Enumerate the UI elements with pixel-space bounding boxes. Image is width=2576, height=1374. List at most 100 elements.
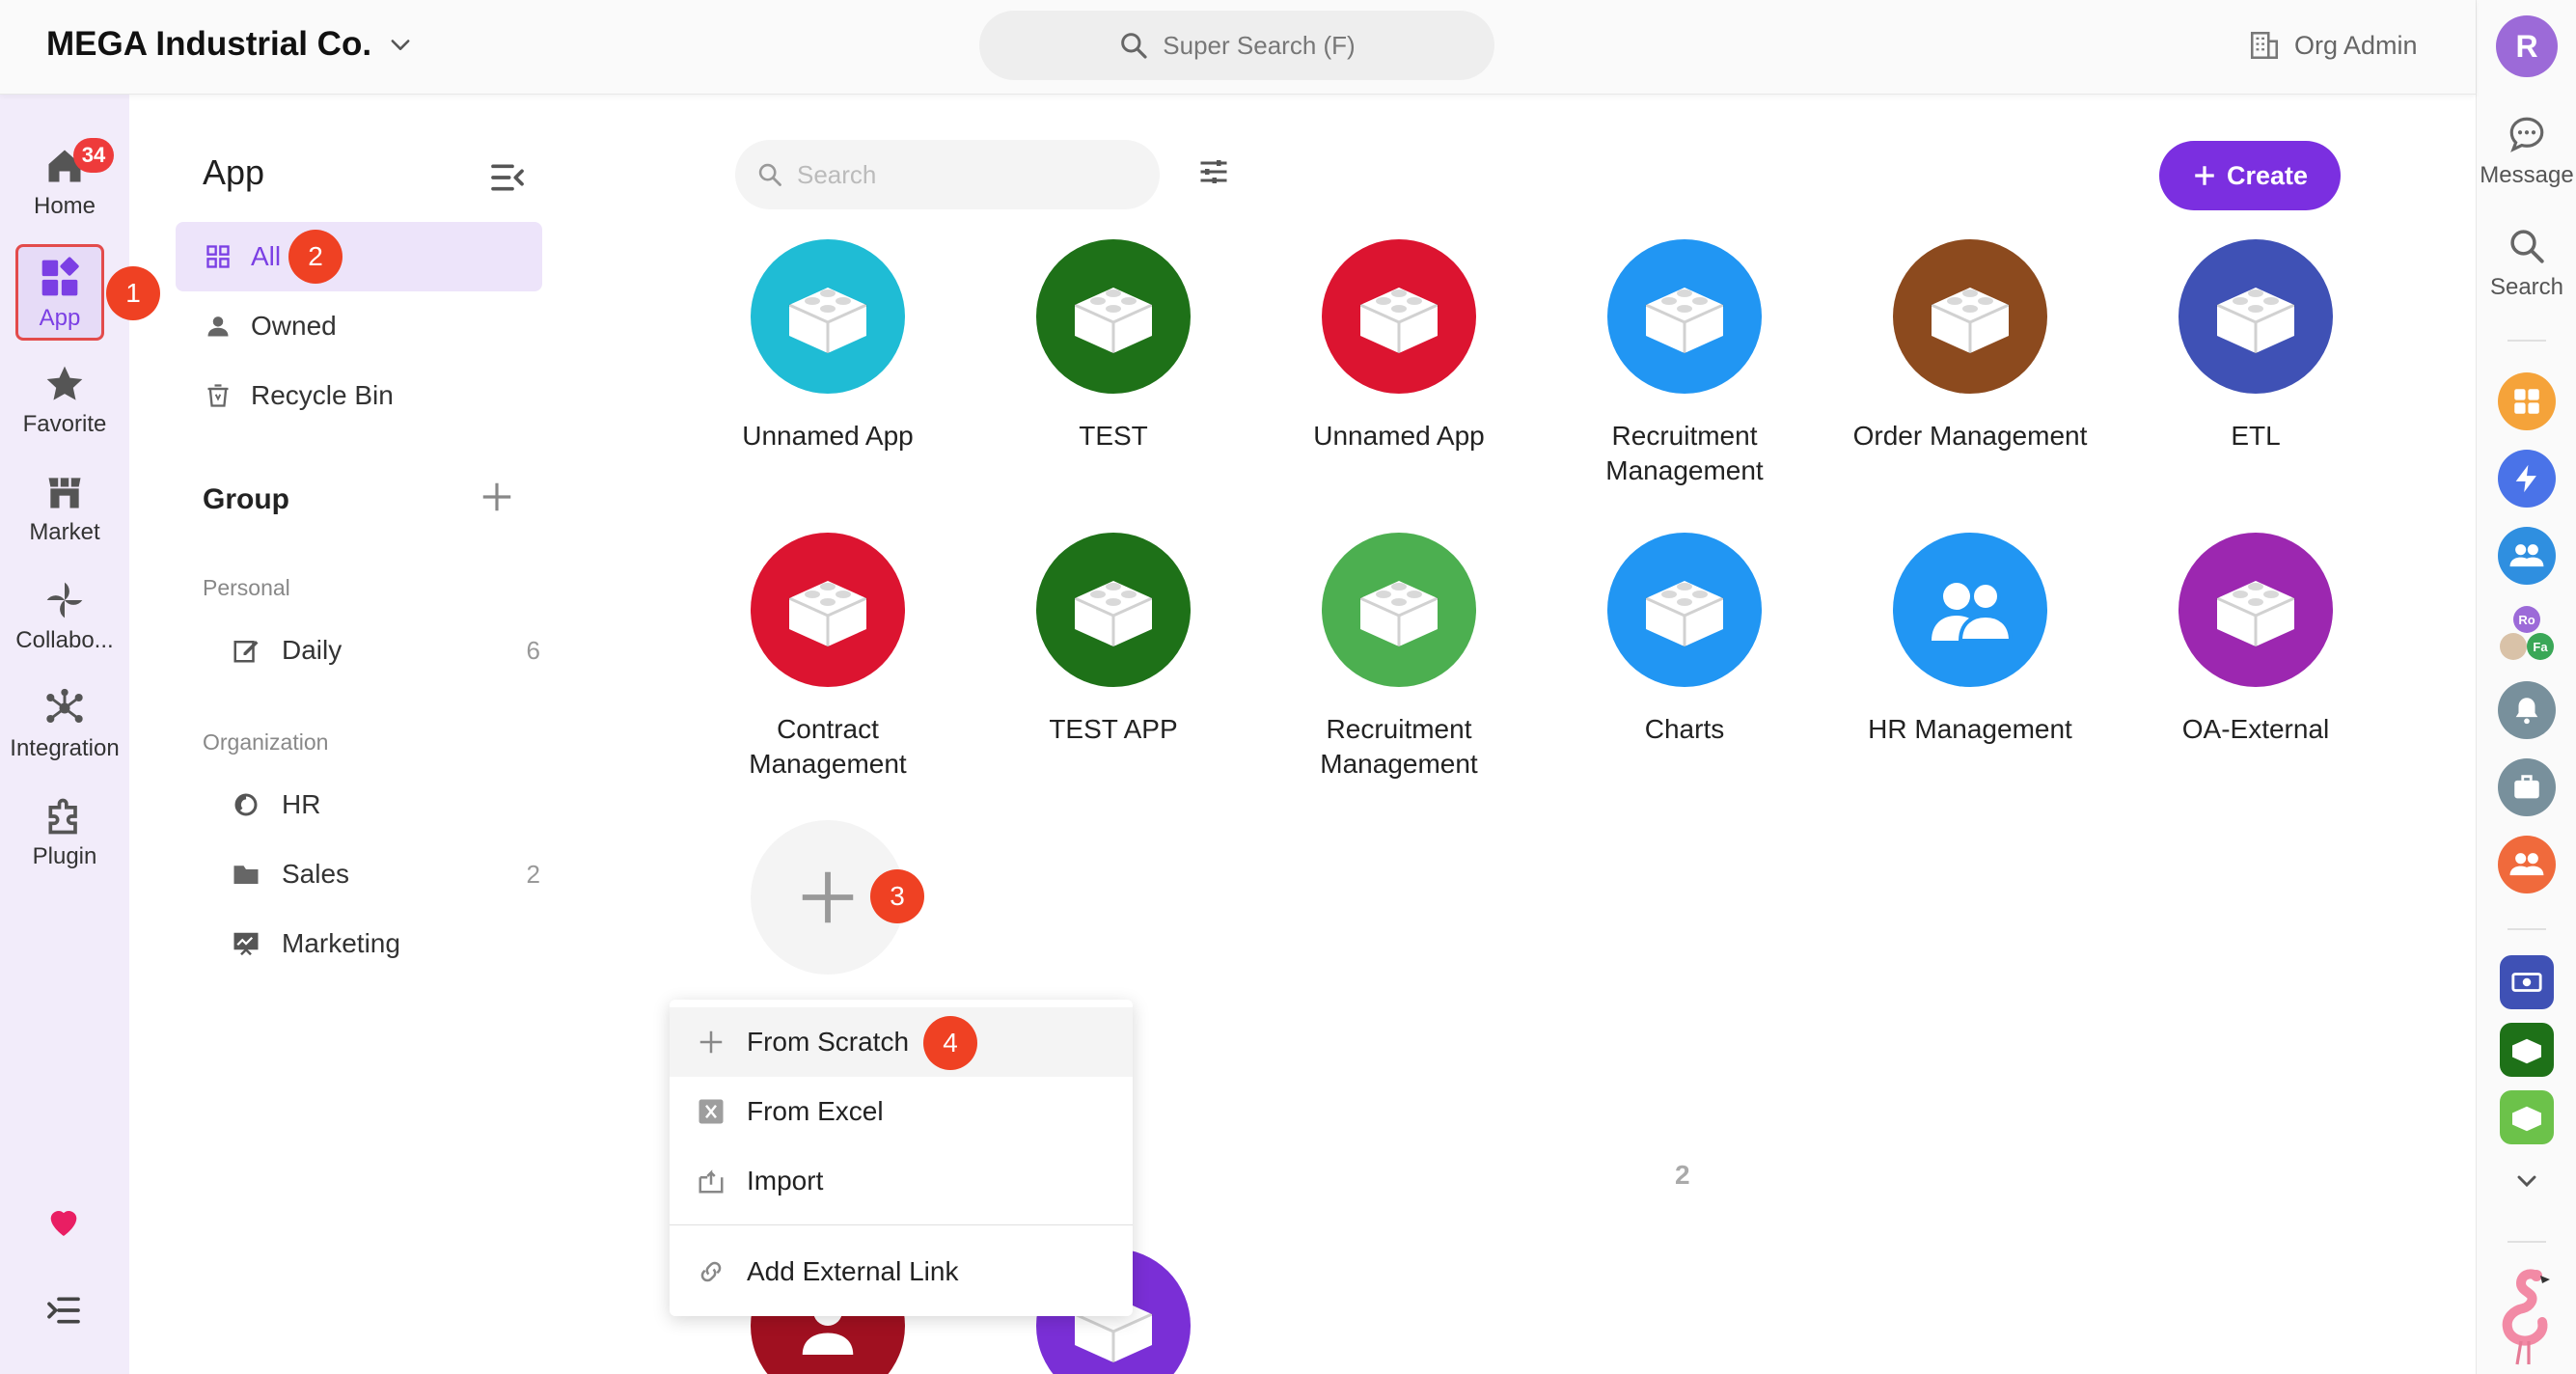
search-icon [758,163,781,186]
panel-item-owned-label: Owned [251,311,337,341]
nav-integration-label: Integration [10,735,120,761]
search-icon [2510,230,2544,263]
super-search-bar[interactable]: Super Search (F) [979,11,1494,80]
link-icon [700,1261,722,1282]
rail-shortcut-group[interactable] [2498,836,2556,893]
add-group-button[interactable] [479,479,515,520]
rail-shortcut-contacts[interactable]: Ro Fa [2498,606,2556,664]
step-badge-4: 4 [923,1016,977,1070]
group-item-sales-count: 2 [526,859,540,889]
rail-shortcut-work[interactable] [2498,758,2556,816]
app-tile[interactable]: Charts [1564,533,1805,747]
star-icon [46,366,83,400]
app-icon [41,257,79,296]
lego-brick-icon [2512,1038,2541,1064]
org-switcher[interactable]: MEGA Industrial Co. [46,25,414,64]
group-item-sales[interactable]: Sales 2 [232,845,540,903]
app-tile[interactable]: Recruitment Management [1278,533,1520,782]
app-icon-circle [1893,239,2047,394]
heart-icon [50,1211,77,1236]
flamingo-mascot[interactable] [2498,1264,2560,1371]
panel-item-recycle-bin[interactable]: Recycle Bin [176,361,542,430]
avatar[interactable]: R [2496,15,2558,77]
panel-item-owned[interactable]: Owned [176,291,542,361]
chat-bubble-icon [2509,117,2544,152]
app-name: Unnamed App [742,421,914,451]
app-tile[interactable]: Recruitment Management [1564,239,1805,488]
nav-favorite-label: Favorite [22,411,107,437]
app-name: Recruitment Management [1605,421,1764,485]
create-button[interactable]: Create [2159,141,2341,210]
nav-plugin-label: Plugin [32,843,97,869]
nav-heart-button[interactable] [44,1202,83,1246]
app-tile[interactable]: TEST [993,239,1234,453]
menu-item-from-scratch[interactable]: From Scratch [670,1007,1133,1077]
group-item-daily[interactable]: Daily 6 [232,621,540,679]
group-item-hr[interactable]: HR [232,776,540,834]
presentation-chart-icon [233,932,259,956]
create-button-label: Create [2226,160,2309,190]
app-name: HR Management [1868,714,2072,744]
nav-integration[interactable]: Integration [0,687,129,762]
rail-shortcut-apps[interactable] [2498,372,2556,430]
rail-shortcut-notifications[interactable] [2498,681,2556,739]
people-icon [1932,581,2014,643]
nav-home-label: Home [33,193,96,219]
app-tile[interactable]: ETL [2135,239,2376,453]
org-admin-label: Org Admin [2294,30,2418,60]
plus-icon [2195,166,2214,185]
menu-item-import[interactable]: Import [670,1146,1133,1216]
app-icon-circle [1607,239,1762,394]
lightning-icon [2515,464,2536,493]
collapse-panel-button[interactable] [488,158,527,202]
group-item-daily-label: Daily [282,635,343,665]
home-notification-badge: 34 [73,138,114,173]
organization-section-label: Organization [203,729,329,755]
rail-pinned-app[interactable] [2500,1090,2554,1144]
group-item-marketing[interactable]: Marketing [232,915,540,973]
plus-icon [699,1030,723,1054]
group-count-hint: 2 [1675,1160,1690,1190]
nav-collaboration[interactable]: Collabo... [0,579,129,654]
app-search-box[interactable] [735,140,1160,209]
create-app-menu: From Scratch From Excel Import Add Exter… [670,1000,1133,1316]
panel-item-all[interactable]: All [176,222,542,291]
people-icon [2509,544,2544,567]
user-icon [207,316,229,337]
org-name: MEGA Industrial Co. [46,25,372,63]
menu-item-from-excel[interactable]: From Excel [670,1077,1133,1146]
app-tile[interactable]: Order Management [1850,239,2091,453]
rail-search[interactable]: Search [2477,226,2576,301]
nav-expand-button[interactable] [44,1291,83,1334]
top-bar: MEGA Industrial Co. Super Search (F) Org… [0,0,2476,95]
rail-message[interactable]: Message [2477,114,2576,189]
app-tile[interactable]: TEST APP [993,533,1234,747]
rail-pinned-app[interactable] [2500,1023,2554,1077]
lego-brick-icon [2216,288,2295,353]
nav-plugin[interactable]: Plugin [0,795,129,870]
nav-favorite[interactable]: Favorite [0,363,129,438]
app-tile[interactable]: HR Management [1850,533,2091,747]
rail-more-button[interactable] [2511,1166,2542,1201]
people-icon [2509,853,2544,876]
nav-app[interactable]: App [15,244,104,341]
rail-shortcut-team[interactable] [2498,527,2556,585]
lego-brick-icon [1074,288,1153,353]
edit-note-icon [233,641,259,663]
bell-icon [2515,698,2538,725]
app-icon-circle [1893,533,2047,687]
nav-market[interactable]: Market [0,471,129,546]
folder-icon [233,866,259,884]
app-name: Contract Management [749,714,907,779]
sliders-icon [1200,160,1227,183]
app-tile[interactable]: Unnamed App [714,239,948,453]
rail-pinned-app[interactable] [2500,955,2554,1009]
app-tile[interactable]: Unnamed App [1278,239,1520,453]
app-tile[interactable]: Contract Management [714,533,948,782]
app-search-input[interactable] [797,159,1144,190]
rail-shortcut-automation[interactable] [2498,450,2556,508]
filter-button[interactable] [1196,154,1231,194]
org-admin-link[interactable]: Org Admin [2248,29,2418,62]
app-tile[interactable]: OA-External [2135,533,2376,747]
menu-item-add-external-link[interactable]: Add External Link [670,1237,1133,1306]
